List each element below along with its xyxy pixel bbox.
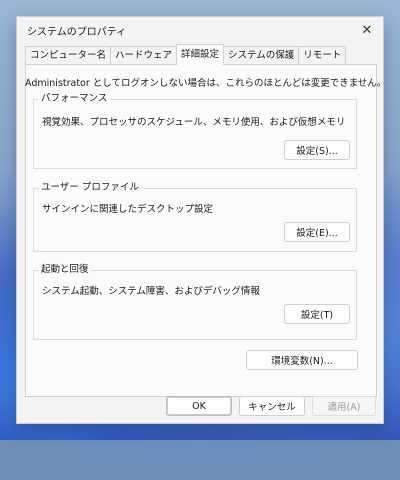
user-profile-group: ユーザー プロファイル サインインに関連したデスクトップ設定 <box>33 182 357 252</box>
tab-computer-name[interactable]: コンピューター名 <box>25 46 112 65</box>
close-icon[interactable]: ✕ <box>351 17 383 43</box>
apply-button[interactable]: 適用(A) <box>312 396 376 416</box>
performance-group-title: パフォーマンス <box>39 93 110 105</box>
performance-description: 視覚効果、プロセッサのスケジュール、メモリ使用、および仮想メモリ <box>42 117 346 128</box>
user-profile-group-title: ユーザー プロファイル <box>39 182 141 194</box>
window-title: システムのプロパティ <box>27 26 127 38</box>
admin-info-text: Administrator としてログオンしない場合は、これらのほとんどは変更で… <box>25 78 387 89</box>
user-profile-description: サインインに関連したデスクトップ設定 <box>42 204 214 215</box>
user-profile-settings-button[interactable]: 設定(E)... <box>284 222 350 242</box>
startup-recovery-description: システム起動、システム障害、およびデバッグ情報 <box>42 286 260 297</box>
tab-strip: コンピューター名 ハードウェア 詳細設定 システムの保護 リモート <box>25 44 377 65</box>
tab-remote[interactable]: リモート <box>298 46 347 65</box>
performance-settings-button[interactable]: 設定(S)... <box>284 140 350 160</box>
environment-variables-button[interactable]: 環境変数(N)... <box>246 350 358 370</box>
tab-system-protection[interactable]: システムの保護 <box>223 46 300 65</box>
startup-recovery-settings-button[interactable]: 設定(T) <box>284 304 350 324</box>
tab-advanced[interactable]: 詳細設定 <box>176 44 225 65</box>
startup-recovery-group-title: 起動と回復 <box>39 264 91 276</box>
tab-hardware[interactable]: ハードウェア <box>110 46 178 65</box>
title-bar[interactable]: システムのプロパティ ✕ <box>17 17 383 43</box>
cancel-button[interactable]: キャンセル <box>239 396 305 416</box>
ok-button[interactable]: OK <box>166 396 232 416</box>
